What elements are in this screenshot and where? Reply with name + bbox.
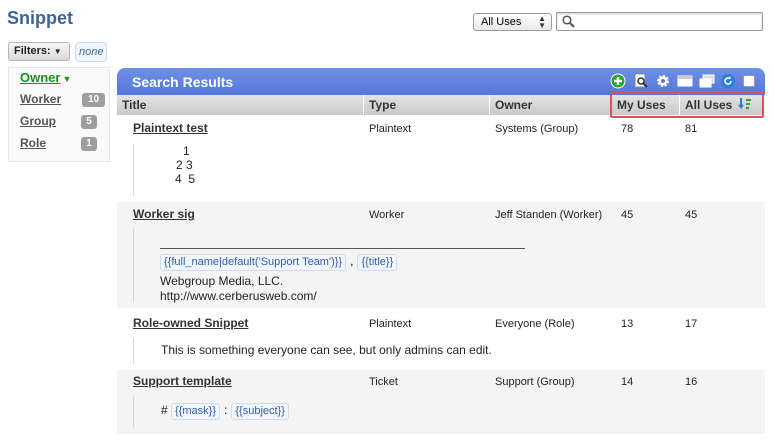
column-owner[interactable]: Owner <box>490 95 612 115</box>
row-owner: Systems (Group) <box>495 123 579 135</box>
facet-item-worker[interactable]: Worker <box>20 92 61 106</box>
facet-item-group[interactable]: Group <box>20 114 56 128</box>
row-type: Plaintext <box>369 318 412 330</box>
row-all-uses: 45 <box>685 209 698 221</box>
placeholder-separator: , <box>350 254 354 268</box>
row-preview: This is something everyone can see, but … <box>133 338 753 364</box>
facet-count-badge: 5 <box>81 115 97 129</box>
row-my-uses: 78 <box>621 123 634 135</box>
highlight-uses-columns <box>610 92 764 118</box>
chevron-down-icon: ▼ <box>53 47 62 56</box>
preview-line: 2 3 <box>176 158 193 172</box>
search-icon <box>562 15 575 28</box>
preview-line: 4 5 <box>175 172 196 186</box>
row-owner: Support (Group) <box>495 376 575 388</box>
filters-button[interactable]: Filters: ▼ <box>8 42 70 61</box>
facet-count-badge: 10 <box>82 93 105 107</box>
row-all-uses: 16 <box>685 376 698 388</box>
row-type: Plaintext <box>369 123 412 135</box>
row-all-uses: 17 <box>685 318 698 330</box>
gear-icon[interactable] <box>655 73 671 89</box>
placeholder-tag[interactable]: {{mask}} <box>171 403 221 420</box>
column-title[interactable]: Title <box>117 95 364 115</box>
filters-label: Filters: <box>14 45 51 57</box>
row-my-uses: 13 <box>621 318 634 330</box>
row-title-link[interactable]: Plaintext test <box>133 121 208 135</box>
add-icon[interactable] <box>610 73 626 89</box>
row-type: Ticket <box>369 376 398 388</box>
owner-facet: Owner ▼ Worker 10 Group 5 Role 1 <box>8 67 110 162</box>
preview-prefix: # <box>161 403 168 417</box>
row-preview: 1 2 3 4 5 <box>133 144 753 196</box>
preview-line: http://www.cerberusweb.com/ <box>160 289 317 303</box>
facet-count-badge: 1 <box>81 137 97 151</box>
uses-filter-select[interactable]: All Uses ▲ ▼ <box>473 13 552 31</box>
placeholder-line: {{full_name|default('Support Team')}},{{… <box>160 254 398 271</box>
placeholder-tag[interactable]: {{title}} <box>357 254 398 271</box>
preview-line: This is something everyone can see, but … <box>161 343 492 357</box>
row-preview: # {{mask}}: {{subject}} <box>133 396 753 428</box>
refresh-icon[interactable] <box>720 73 736 89</box>
row-all-uses: 81 <box>685 123 698 135</box>
row-owner: Jeff Standen (Worker) <box>495 209 603 221</box>
row-my-uses: 45 <box>621 209 634 221</box>
row-title-link[interactable]: Worker sig <box>133 207 195 221</box>
copy-icon[interactable] <box>699 73 715 89</box>
row-preview-text: Webgroup Media, LLC. http://www.cerberus… <box>160 274 317 304</box>
row-owner: Everyone (Role) <box>495 318 575 330</box>
preview-line: Webgroup Media, LLC. <box>160 274 284 288</box>
search-icon[interactable] <box>633 73 649 89</box>
select-arrows-icon: ▲ ▼ <box>538 14 546 30</box>
results-header: Search Results <box>117 68 765 95</box>
row-title-link[interactable]: Support template <box>133 374 232 388</box>
signature-rule <box>160 248 525 249</box>
results-title: Search Results <box>132 74 234 90</box>
view-icon[interactable] <box>677 73 693 89</box>
search-results-panel: Search Results Title Type Owner My Uses … <box>117 68 765 442</box>
search-input[interactable] <box>556 12 763 31</box>
chevron-down-icon: ▼ <box>62 74 72 84</box>
row-type: Worker <box>369 209 405 221</box>
row-my-uses: 14 <box>621 376 634 388</box>
filter-none-tag[interactable]: none <box>75 42 108 62</box>
select-all-checkbox[interactable] <box>743 75 755 87</box>
facet-item-role[interactable]: Role <box>20 136 46 150</box>
column-type[interactable]: Type <box>364 95 490 115</box>
preview-line: 1 <box>183 144 190 158</box>
page-title: Snippet <box>7 8 73 28</box>
placeholder-separator: : <box>224 403 228 417</box>
uses-filter-value: All Uses <box>481 16 522 28</box>
placeholder-tag[interactable]: {{subject}} <box>231 403 289 420</box>
row-title-link[interactable]: Role-owned Snippet <box>133 316 248 330</box>
placeholder-tag[interactable]: {{full_name|default('Support Team')}} <box>160 254 347 271</box>
facet-header-owner[interactable]: Owner ▼ <box>20 70 71 85</box>
